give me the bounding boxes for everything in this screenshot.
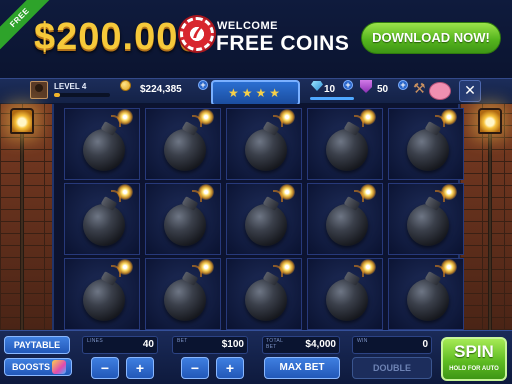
control-bar: [0, 330, 512, 384]
spark-icon: [117, 109, 133, 125]
bomb-icon: [407, 204, 449, 246]
paytable-button[interactable]: PAYTABLE: [4, 336, 70, 354]
reel-cell: [145, 108, 221, 180]
street-lamp-icon: [10, 108, 34, 134]
bomb-icon: [326, 204, 368, 246]
bomb-icon: [83, 279, 125, 321]
lines-label: LINES: [87, 338, 103, 344]
total-bet-label: TOTAL BET: [266, 338, 283, 350]
star-rating: ★★★★: [227, 86, 284, 100]
bomb-icon: [245, 129, 287, 171]
bomb-icon: [407, 129, 449, 171]
bomb-icon: [164, 129, 206, 171]
add-shields-button[interactable]: +: [398, 80, 408, 90]
reel-cell: [388, 108, 464, 180]
coin-balance: $224,385: [140, 84, 182, 95]
reel-cell: [64, 108, 140, 180]
spin-hold-label: HOLD FOR AUTO: [449, 366, 499, 372]
level-progress-bar: [54, 93, 110, 97]
spark-icon: [117, 259, 133, 275]
slot-reels: [52, 104, 464, 330]
bomb-icon: [407, 279, 449, 321]
street-lamp-icon: [478, 108, 502, 134]
bomb-icon: [245, 204, 287, 246]
add-gems-button[interactable]: +: [343, 80, 353, 90]
level-progress-fill: [54, 93, 60, 97]
spin-label: SPIN: [454, 342, 494, 361]
bomb-icon: [164, 204, 206, 246]
reel-cell: [226, 108, 302, 180]
reel-cell: [307, 183, 383, 255]
avatar[interactable]: [30, 81, 48, 99]
coin-icon: [120, 80, 131, 91]
welcome-label: WELCOME: [217, 20, 278, 32]
bomb-icon: [326, 279, 368, 321]
add-coins-button[interactable]: +: [198, 80, 208, 90]
bet-label: BET: [177, 338, 188, 344]
win-value: 0: [422, 339, 428, 350]
piggy-bank-icon[interactable]: [429, 82, 451, 100]
boosts-label: BOOSTS: [12, 362, 51, 372]
bomb-icon: [245, 279, 287, 321]
bet-minus-button[interactable]: −: [181, 357, 209, 379]
boosts-icon: [52, 360, 66, 374]
lines-plus-button[interactable]: +: [126, 357, 154, 379]
bet-value: $100: [221, 339, 244, 350]
download-now-button[interactable]: DOWNLOAD NOW!: [361, 22, 501, 54]
reel-cell: [145, 258, 221, 330]
spark-icon: [360, 184, 376, 200]
shield-count: 50: [377, 84, 389, 95]
bomb-icon: [164, 279, 206, 321]
chip-seven-label: 7: [191, 21, 203, 43]
max-bet-button[interactable]: MAX BET: [264, 357, 340, 379]
spark-icon: [441, 184, 457, 200]
reel-cell: [388, 258, 464, 330]
bet-plus-button[interactable]: +: [216, 357, 244, 379]
reel-cell: [64, 258, 140, 330]
spark-icon: [279, 184, 295, 200]
double-button[interactable]: DOUBLE: [352, 357, 432, 379]
lamp-post-right: [488, 134, 492, 330]
reel-cell: [145, 183, 221, 255]
brick-wall-right: [460, 104, 512, 330]
reel-cell: [64, 183, 140, 255]
reel-cell: [307, 258, 383, 330]
promo-amount: $200.000: [34, 16, 201, 58]
win-label: WIN: [357, 338, 368, 344]
close-button[interactable]: ✕: [459, 80, 481, 102]
spark-icon: [441, 109, 457, 125]
spark-icon: [198, 184, 214, 200]
bomb-icon: [83, 129, 125, 171]
spark-icon: [360, 109, 376, 125]
bomb-icon: [83, 204, 125, 246]
spark-icon: [198, 109, 214, 125]
spark-icon: [279, 259, 295, 275]
reel-cell: [226, 258, 302, 330]
spark-icon: [441, 259, 457, 275]
spark-icon: [279, 109, 295, 125]
spark-icon: [198, 259, 214, 275]
reel-cell: [307, 108, 383, 180]
gem-progress-bar: [310, 97, 354, 100]
free-coins-label: FREE COINS: [216, 32, 350, 55]
bomb-icon: [326, 129, 368, 171]
gem-count: 10: [324, 84, 336, 95]
level-label: LEVEL 4: [54, 82, 87, 91]
spark-icon: [117, 184, 133, 200]
spark-icon: [360, 259, 376, 275]
brick-wall-left: [0, 104, 52, 330]
total-bet-value: $4,000: [305, 339, 336, 350]
reel-cell: [388, 183, 464, 255]
reel-cell: [226, 183, 302, 255]
lines-value: 40: [142, 339, 154, 350]
lamp-post-left: [20, 134, 24, 330]
lines-minus-button[interactable]: −: [91, 357, 119, 379]
